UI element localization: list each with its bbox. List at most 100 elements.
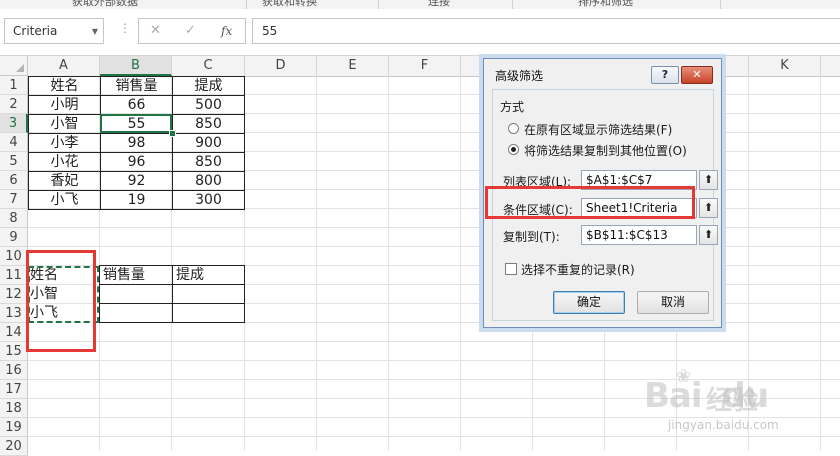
row-header-10[interactable]: 10 [0, 247, 28, 266]
unique-records-label[interactable]: 选择不重复的记录(R) [521, 261, 635, 278]
name-box[interactable]: Criteria ▼ [4, 18, 104, 44]
column-header-a[interactable]: A [28, 56, 100, 76]
ribbon-separator [378, 0, 379, 9]
criteria-range-picker-icon[interactable]: ⬆ [699, 198, 718, 218]
help-button[interactable]: ? [651, 66, 679, 84]
cell-c1[interactable]: 提成 [172, 76, 245, 96]
ribbon-group-get-external-data: 获取外部数据 [72, 0, 138, 8]
copy-to-label: 复制到(T): [503, 230, 560, 244]
radio-copy-to-location-label[interactable]: 将筛选结果复制到其他位置(O) [524, 142, 687, 159]
column-header-d[interactable]: D [245, 56, 317, 76]
cancel-button[interactable]: 取消 [637, 291, 709, 314]
row-header-14[interactable]: 14 [0, 323, 28, 342]
cell-b5[interactable]: 96 [100, 152, 173, 172]
row-header-19[interactable]: 19 [0, 418, 28, 437]
unique-records-checkbox[interactable] [505, 263, 517, 275]
formula-input-value: 55 [262, 24, 278, 38]
row-header-20[interactable]: 20 [0, 437, 28, 456]
cell-a5[interactable]: 小花 [28, 152, 101, 172]
ribbon-group-connections: 连接 [428, 0, 450, 8]
ribbon-separator [246, 0, 247, 9]
criteria-range-highlight [485, 186, 695, 219]
fill-handle[interactable] [169, 130, 176, 137]
cell-b6[interactable]: 92 [100, 171, 173, 191]
row-header-2[interactable]: 2 [0, 95, 28, 114]
cell-c12[interactable] [172, 284, 245, 304]
cell-a7[interactable]: 小飞 [28, 190, 101, 210]
row-header-5[interactable]: 5 [0, 152, 28, 171]
criteria-area-highlight [26, 250, 96, 352]
ribbon-group-sort-filter: 排序和筛选 [578, 0, 633, 8]
dialog-title: 高级筛选 [495, 69, 544, 83]
row-header-17[interactable]: 17 [0, 380, 28, 399]
formula-bar: Criteria ▼ ⋮ ✕ ✓ fx 55 [0, 9, 840, 56]
cell-b7[interactable]: 19 [100, 190, 173, 210]
cell-a1[interactable]: 姓名 [28, 76, 101, 96]
cell-c6[interactable]: 800 [172, 171, 245, 191]
paw-icon: ❀ [676, 366, 692, 387]
gridline [316, 76, 317, 451]
formula-input[interactable]: 55 [252, 18, 840, 44]
cell-b2[interactable]: 66 [100, 95, 173, 115]
chevron-down-icon[interactable]: ▼ [92, 27, 98, 36]
row-header-11[interactable]: 11 [0, 266, 28, 285]
row-header-7[interactable]: 7 [0, 190, 28, 209]
row-header-12[interactable]: 12 [0, 285, 28, 304]
mode-section-label: 方式 [500, 100, 525, 114]
column-header-c[interactable]: C [172, 56, 245, 76]
cell-c2[interactable]: 500 [172, 95, 245, 115]
gridline [460, 76, 461, 451]
cell-c13[interactable] [172, 303, 245, 323]
name-box-value: Criteria [13, 24, 58, 38]
cancel-icon[interactable]: ✕ [150, 23, 161, 38]
radio-filter-in-place-label[interactable]: 在原有区域显示筛选结果(F) [524, 121, 672, 138]
resize-handle-icon[interactable]: ⋮ [119, 21, 131, 35]
row-header-1[interactable]: 1 [0, 76, 28, 95]
cell-a6[interactable]: 香妃 [28, 171, 101, 191]
cell-a2[interactable]: 小明 [28, 95, 101, 115]
watermark-url: jingyan.baidu.com [668, 418, 779, 432]
cell-b1[interactable]: 销售量 [100, 76, 173, 96]
watermark-product: 经验 [706, 386, 759, 416]
close-button[interactable]: ✕ [681, 66, 713, 84]
gridline [388, 76, 389, 451]
column-header-f[interactable]: F [389, 56, 461, 76]
copy-to-picker-icon[interactable]: ⬆ [699, 225, 718, 245]
row-header-13[interactable]: 13 [0, 304, 28, 323]
column-header-k[interactable]: K [749, 56, 821, 76]
row-header-4[interactable]: 4 [0, 133, 28, 152]
formula-buttons: ✕ ✓ fx [138, 18, 246, 44]
column-header-b[interactable]: B [100, 56, 172, 76]
row-header-6[interactable]: 6 [0, 171, 28, 190]
cell-b4[interactable]: 98 [100, 133, 173, 153]
ribbon-group-get-transform: 获取和转换 [262, 0, 317, 8]
cell-c4[interactable]: 900 [172, 133, 245, 153]
cell-a4[interactable]: 小李 [28, 133, 101, 153]
cell-c11[interactable]: 提成 [172, 265, 245, 285]
ribbon-separator [720, 0, 721, 9]
row-header-16[interactable]: 16 [0, 361, 28, 380]
cell-b11[interactable]: 销售量 [99, 265, 173, 285]
enter-check-icon[interactable]: ✓ [185, 23, 196, 38]
cell-c5[interactable]: 850 [172, 152, 245, 172]
cell-a3[interactable]: 小智 [28, 114, 101, 134]
active-cell-selection[interactable] [100, 114, 172, 133]
row-header-15[interactable]: 15 [0, 342, 28, 361]
list-range-picker-icon[interactable]: ⬆ [699, 170, 718, 190]
copy-to-input[interactable]: $B$11:$C$13 [581, 225, 697, 245]
cell-c7[interactable]: 300 [172, 190, 245, 210]
insert-function-icon[interactable]: fx [221, 24, 232, 38]
row-header-9[interactable]: 9 [0, 228, 28, 247]
radio-copy-to-location[interactable] [508, 144, 519, 155]
row-header-18[interactable]: 18 [0, 399, 28, 418]
row-header-3[interactable]: 3 [0, 114, 28, 133]
ribbon-separator [512, 0, 513, 9]
ok-button[interactable]: 确定 [553, 291, 625, 314]
radio-filter-in-place[interactable] [508, 123, 519, 134]
cell-b13[interactable] [99, 303, 173, 323]
row-header-8[interactable]: 8 [0, 209, 28, 228]
column-header-e[interactable]: E [317, 56, 389, 76]
cell-b12[interactable] [99, 284, 173, 304]
select-all-button[interactable] [0, 56, 28, 76]
cell-c3[interactable]: 850 [172, 114, 245, 134]
